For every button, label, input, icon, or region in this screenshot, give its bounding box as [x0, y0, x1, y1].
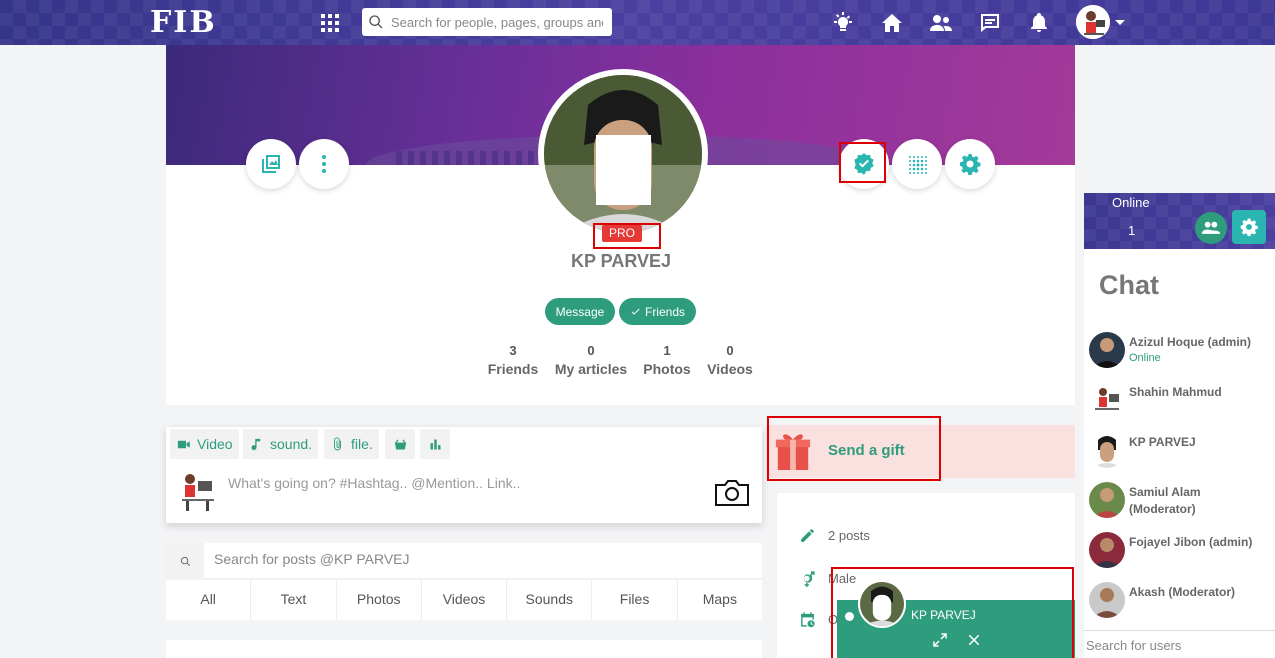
avatar [1089, 332, 1125, 368]
highlight-box [767, 416, 941, 481]
post-search-input[interactable] [214, 551, 734, 567]
search-icon [166, 543, 204, 579]
avatar [1089, 432, 1125, 468]
top-navbar: FIB [0, 0, 1275, 45]
pencil-icon [801, 529, 814, 542]
profile-settings-button[interactable] [945, 139, 995, 189]
shop-tool-button[interactable] [385, 429, 415, 459]
stat-photos[interactable]: 1 Photos [640, 343, 694, 377]
post-feed-card [166, 640, 762, 658]
composer-avatar [176, 469, 220, 513]
chat-user-item[interactable]: Azizul Hoque (admin) Online [1089, 332, 1275, 372]
video-tool-button[interactable]: Video [170, 429, 239, 459]
camera-icon[interactable] [714, 479, 750, 511]
file-tool-button[interactable]: file. [324, 429, 379, 459]
messages-icon[interactable] [975, 8, 1005, 38]
gear-icon [960, 154, 981, 175]
basket-icon [394, 439, 406, 449]
gear-icon [1240, 218, 1258, 237]
apps-grid-icon[interactable] [315, 8, 345, 38]
tab-maps[interactable]: Maps [678, 580, 762, 620]
global-search-input[interactable] [391, 14, 603, 30]
info-posts: 2 posts [799, 527, 870, 544]
tab-files[interactable]: Files [592, 580, 678, 620]
user-search-input[interactable] [1086, 638, 1272, 653]
avatar [1089, 582, 1125, 618]
check-icon [631, 308, 640, 315]
post-search [166, 543, 762, 579]
highlight-box [593, 223, 661, 249]
stat-articles[interactable]: 0 My articles [552, 343, 630, 377]
stat-videos[interactable]: 0 Videos [704, 343, 756, 377]
chat-user-item[interactable]: Shahin Mahmud [1089, 382, 1275, 422]
profile-name: KP PARVEJ [570, 251, 672, 271]
chat-user-item[interactable]: KP PARVEJ [1089, 432, 1275, 472]
user-avatar[interactable] [1076, 5, 1110, 39]
chat-sidebar-header: Online 1 [1084, 193, 1275, 249]
tab-sounds[interactable]: Sounds [507, 580, 593, 620]
chevron-down-icon[interactable] [1115, 20, 1125, 25]
search-icon [369, 15, 383, 29]
highlight-box [839, 142, 886, 183]
qr-dots-button[interactable] [892, 139, 942, 189]
composer-input[interactable]: What's going on? #Hashtag.. @Mention.. L… [228, 475, 520, 491]
chat-settings-button[interactable] [1232, 210, 1266, 244]
tab-photos[interactable]: Photos [337, 580, 422, 620]
chat-title: Chat [1099, 270, 1159, 300]
tab-text[interactable]: Text [251, 580, 337, 620]
poll-tool-button[interactable] [420, 429, 450, 459]
site-logo[interactable]: FIB [150, 6, 217, 40]
user-search [1084, 630, 1275, 658]
stat-friends[interactable]: 3 Friends [484, 343, 542, 377]
avatar [1089, 382, 1125, 418]
chat-user-item[interactable]: Samiul Alam (Moderator) [1089, 482, 1275, 522]
more-options-button[interactable] [299, 139, 349, 189]
change-cover-button[interactable] [246, 139, 296, 189]
chat-user-item[interactable]: Fojayel Jibon (admin) [1089, 532, 1275, 572]
message-button[interactable]: Message [545, 298, 615, 325]
friends-button[interactable]: Friends [619, 298, 696, 325]
images-icon [262, 155, 280, 173]
gender-icon [803, 571, 815, 587]
chat-sidebar: Online 1 Chat Azizul Hoque (admin) Onlin… [1084, 193, 1275, 658]
post-filter-tabs: All Text Photos Videos Sounds Files Maps [166, 580, 762, 620]
chat-groups-button[interactable] [1195, 212, 1227, 244]
profile-card: PRO KP PARVEJ Message Friends 3 Friends … [166, 45, 1075, 405]
group-icon [1201, 221, 1221, 234]
home-icon[interactable] [877, 8, 907, 38]
video-camera-icon [177, 440, 190, 448]
sound-tool-button[interactable]: sound. [243, 429, 319, 459]
post-composer: Video sound. file. What's going on? #Has… [166, 427, 762, 523]
global-search[interactable] [362, 8, 612, 36]
bar-chart-icon [430, 439, 440, 449]
profile-picture[interactable] [538, 69, 708, 239]
more-vertical-icon [322, 155, 326, 173]
tab-videos[interactable]: Videos [422, 580, 508, 620]
calendar-clock-icon [801, 612, 815, 628]
dots-grid-icon [909, 156, 927, 174]
chat-user-item[interactable]: Akash (Moderator) [1089, 582, 1275, 622]
music-note-icon [251, 438, 261, 450]
avatar [1089, 482, 1125, 518]
friends-icon[interactable] [926, 8, 956, 38]
highlight-box [831, 567, 1074, 658]
avatar [1089, 532, 1125, 568]
tab-all[interactable]: All [166, 580, 252, 620]
lightbulb-icon[interactable] [828, 8, 858, 38]
paperclip-icon [334, 436, 341, 450]
bell-icon[interactable] [1024, 8, 1054, 38]
